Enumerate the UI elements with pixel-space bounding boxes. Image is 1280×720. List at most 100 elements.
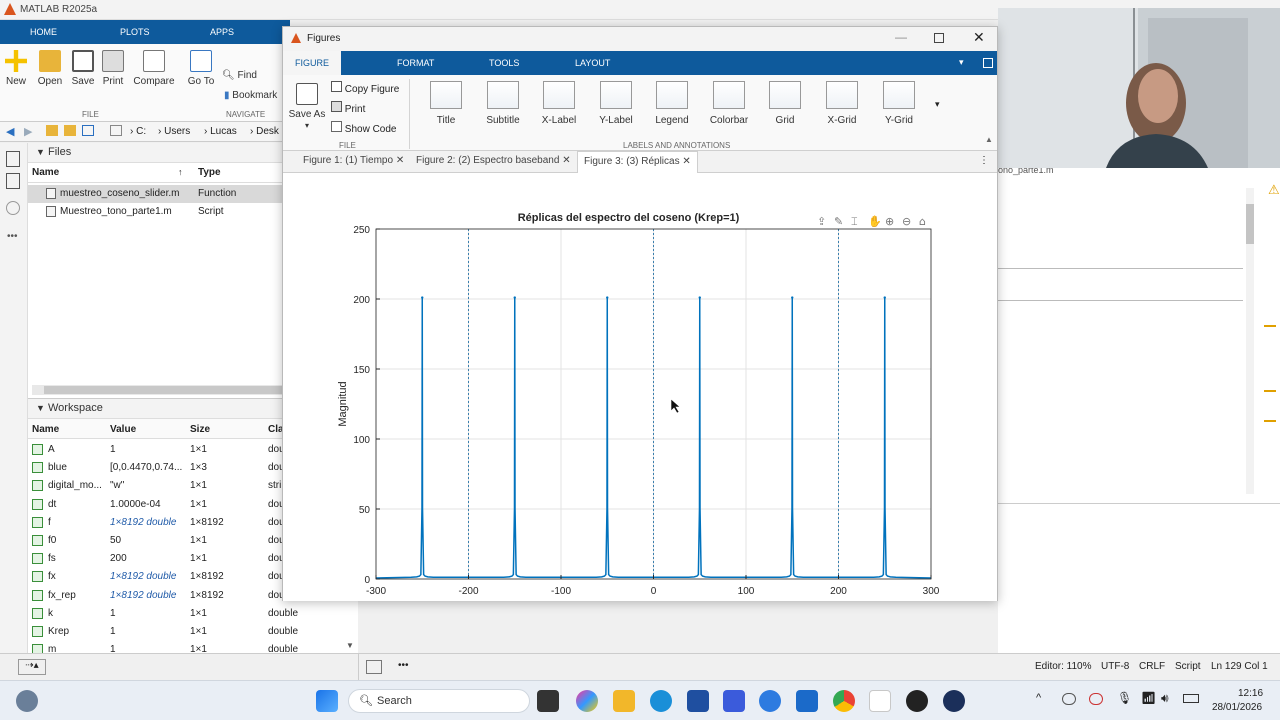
collapse-icon[interactable]: ▼ — [36, 403, 45, 413]
x-grid-button[interactable]: X-Grid — [815, 81, 869, 126]
warning-icon[interactable]: ⚠ — [1268, 182, 1280, 198]
cloud-icon[interactable] — [1062, 693, 1076, 705]
taskbar-search-box[interactable]: 🔍︎ Search — [348, 689, 530, 713]
gallery-more-icon[interactable]: ▾ — [935, 99, 940, 110]
path-segment[interactable]: › Users — [158, 126, 190, 137]
undock-icon[interactable] — [983, 58, 993, 68]
photos-icon[interactable] — [796, 690, 818, 712]
drive-icon[interactable] — [82, 125, 94, 136]
sort-up-icon[interactable]: ↑ — [178, 167, 183, 177]
print-button[interactable]: Print — [100, 50, 126, 87]
terminal-icon[interactable] — [366, 660, 382, 674]
pan-icon[interactable]: ✋ — [868, 215, 882, 228]
start-windows-icon[interactable] — [316, 690, 338, 712]
legend-button[interactable]: Legend — [645, 81, 699, 126]
brush-icon[interactable]: ✎ — [834, 215, 843, 228]
figure-tab-1[interactable]: Figure 1: (1) Tiempo ✕ — [303, 155, 404, 166]
column-type[interactable]: Type — [198, 167, 221, 178]
zoom-in-icon[interactable]: ⊕ — [885, 215, 894, 228]
warning-marker[interactable] — [1264, 420, 1276, 422]
bookmark-button[interactable]: ▮ Bookmark — [224, 90, 277, 101]
tab-apps[interactable]: APPS — [210, 27, 234, 37]
copy-figure-button[interactable]: Copy Figure — [331, 81, 399, 95]
tab-format[interactable]: FORMAT — [385, 51, 446, 75]
title-button[interactable]: Title — [419, 81, 473, 126]
path-segment[interactable]: › Desk — [250, 126, 279, 137]
more-icon[interactable]: ••• — [7, 231, 18, 242]
warning-marker[interactable] — [1264, 325, 1276, 327]
save-as-button[interactable]: Save As ▾ — [287, 83, 327, 131]
scrollbar-thumb[interactable] — [44, 386, 290, 394]
close-icon[interactable]: ✕ — [973, 29, 985, 46]
column-size[interactable]: Size — [190, 424, 210, 435]
spectrum-plot[interactable]: -300 -200 -100 0 100 200 300 0 50 100 150 200 250 Rép… — [283, 173, 997, 612]
tray-overflow-icon[interactable]: ^ — [1036, 692, 1041, 704]
scroll-down-icon[interactable]: ▼ — [346, 641, 354, 650]
open-button[interactable]: Open — [36, 50, 64, 87]
copilot-icon[interactable] — [576, 690, 598, 712]
subtitle-button[interactable]: Subtitle — [476, 81, 530, 126]
more-options-icon[interactable]: ⋮ — [979, 155, 989, 166]
tab-plots[interactable]: PLOTS — [120, 27, 150, 37]
datatip-icon[interactable]: ⌶ — [851, 215, 858, 228]
tab-home[interactable]: HOME — [30, 27, 57, 37]
close-icon[interactable]: ✕ — [682, 156, 690, 167]
x-label-button[interactable]: X-Label — [532, 81, 586, 126]
workspace-row[interactable]: k 1 1×1 double — [28, 605, 358, 623]
status-encoding[interactable]: UTF-8 — [1101, 661, 1129, 672]
status-eol[interactable]: CRLF — [1139, 661, 1165, 672]
up-folder-icon[interactable] — [46, 125, 58, 136]
files-horizontal-scrollbar[interactable] — [32, 385, 290, 395]
zoom-out-icon[interactable]: ⊖ — [902, 215, 911, 228]
file-row[interactable]: muestreo_coseno_slider.m Function — [28, 185, 290, 203]
file-explorer-icon[interactable] — [613, 690, 635, 712]
browse-folder-icon[interactable] — [64, 125, 76, 136]
chrome-icon[interactable] — [833, 690, 855, 712]
compare-button[interactable]: Compare — [132, 50, 176, 87]
clock-date[interactable]: 28/01/2026 — [1212, 702, 1262, 713]
files-panel-icon[interactable] — [6, 151, 20, 167]
column-value[interactable]: Value — [110, 424, 136, 435]
store-icon[interactable] — [687, 690, 709, 712]
sync-warning-icon[interactable] — [1089, 693, 1103, 705]
figure-tab-3[interactable]: Figure 3: (3) Réplicas ✕ — [577, 151, 698, 173]
column-name[interactable]: Name — [32, 167, 59, 178]
collapse-icon[interactable]: ▼ — [36, 147, 45, 157]
close-icon[interactable]: ✕ — [562, 155, 570, 166]
forward-arrow-icon[interactable]: ▶ — [24, 125, 32, 138]
figure-canvas[interactable]: -300 -200 -100 0 100 200 300 0 50 100 150 200 250 Rép… — [283, 173, 997, 612]
close-icon[interactable]: ✕ — [396, 155, 404, 166]
edge-icon[interactable] — [650, 690, 672, 712]
matlab-taskbar-icon[interactable] — [869, 690, 891, 712]
home-icon[interactable]: ⌂ — [919, 215, 926, 228]
back-arrow-icon[interactable]: ◀ — [6, 125, 14, 138]
colorbar-button[interactable]: Colorbar — [702, 81, 756, 126]
warning-marker[interactable] — [1264, 390, 1276, 392]
microphone-icon[interactable]: 🎙︎ — [1117, 691, 1132, 705]
sync-app-icon[interactable] — [759, 690, 781, 712]
app-icon[interactable] — [723, 690, 745, 712]
more-icon[interactable]: ••• — [398, 660, 409, 671]
y-label-button[interactable]: Y-Label — [589, 81, 643, 126]
collapse-ribbon-icon[interactable]: ▲ — [985, 135, 993, 144]
status-position[interactable]: Ln 129 Col 1 — [1211, 661, 1268, 672]
goto-button[interactable]: Go To — [186, 50, 216, 87]
save-button[interactable]: Save — [70, 50, 96, 87]
task-view-icon[interactable] — [537, 690, 559, 712]
volume-icon[interactable]: 🔊︎ — [1161, 691, 1169, 706]
path-segment[interactable]: › Lucas — [204, 126, 237, 137]
ribbon-options-icon[interactable]: ▾ — [959, 57, 964, 68]
figure-tab-2[interactable]: Figure 2: (2) Espectro baseband ✕ — [416, 155, 571, 166]
tab-figure[interactable]: FIGURE — [283, 51, 342, 75]
grid-button[interactable]: Grid — [758, 81, 812, 126]
find-button[interactable]: 🔍︎ Find — [222, 70, 257, 81]
column-name[interactable]: Name — [32, 424, 59, 435]
current-folder-path-bar[interactable]: ◀ ▶ › C: › Users › Lucas › Desk — [0, 122, 290, 142]
obs-icon[interactable] — [906, 690, 928, 712]
workspace-row[interactable]: Krep 1 1×1 double — [28, 623, 358, 641]
widgets-icon[interactable] — [16, 690, 38, 712]
history-icon[interactable] — [6, 201, 20, 215]
workspace-panel-icon[interactable] — [6, 173, 20, 189]
print-figure-button[interactable]: Print — [331, 101, 365, 115]
command-window-toggle-icon[interactable]: ⇢▴ — [18, 659, 46, 675]
